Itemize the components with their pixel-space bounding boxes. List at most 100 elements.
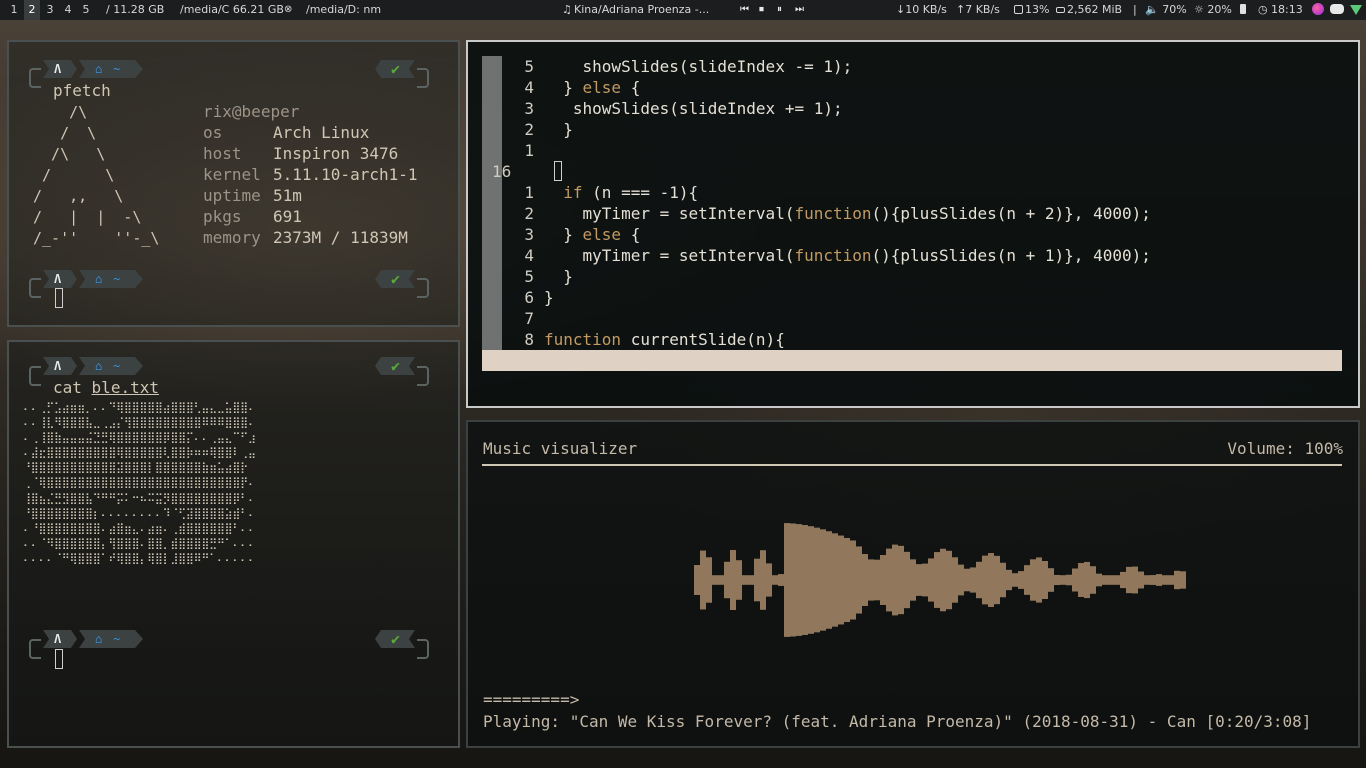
title-divider (482, 464, 1342, 466)
code-line: if (n === -1){ (563, 183, 699, 202)
volume-label: Volume: 100% (1227, 439, 1343, 458)
code-line: myTimer = setInterval(function(){plusSli… (544, 246, 1151, 265)
terminal-window-pfetch[interactable]: Λ ⌂ ~ ✔ pfetch /\ / \ /\ \ / \ / ,, \ / … (7, 40, 460, 327)
art-line: ⠄⠄⠈⠻⣿⣿⣿⣿⣿⣿⡄⢻⣿⣿⣿⠄⣿⣿⡀⣾⣿⣿⣿⣿⣛⠛⠁⠄⠄⠄ (23, 536, 256, 550)
waveform-bar (748, 575, 754, 585)
art-line: ⢀⠈⢿⣿⣿⣿⣿⣿⣿⣿⣿⣿⣿⣿⣿⣿⣿⣿⣿⣿⣿⣿⣿⣿⣿⣿⣿⣿⡟⠄ (23, 476, 256, 490)
waveform-bar (784, 523, 790, 637)
waveform-bar (1036, 557, 1042, 603)
waveform-bar (820, 529, 826, 631)
stop-icon[interactable]: ⏹ (759, 0, 764, 20)
waveform-bar (694, 565, 700, 595)
prompt-status-segment: ✔ (375, 630, 415, 648)
waveform-bar (1072, 568, 1078, 592)
prompt-path: ~ (113, 359, 121, 373)
prompt-arch-segment: Λ (43, 60, 77, 78)
prompt-path-segment: ⌂ ~ (79, 630, 143, 648)
art-line: ⠄⠘⣿⣿⣿⣿⣿⣿⣿⣿⠄⣴⣿⣶⣄⠄⣴⣶⠄⢀⣾⣿⣿⣿⣿⣿⣿⠃⠄⠄ (23, 521, 256, 535)
art-line: ⠘⣿⣿⣿⣿⣿⣿⣿⣿⣿⣿⣿⣽⣿⣿⣿⡇⣿⣿⣿⣿⣿⣿⣷⣶⣥⣴⣿⡗ (23, 461, 248, 475)
waveform-bar (766, 563, 772, 597)
now-playing[interactable]: Kina/Adriana Proenza -... (574, 0, 709, 20)
arch-logo-icon: Λ (54, 359, 62, 373)
wifi-icon[interactable] (1350, 0, 1362, 20)
music-visualizer-window[interactable]: Music visualizer Volume: 100% =========>… (466, 420, 1360, 748)
line-number: 1 (524, 141, 534, 160)
brightness-indicator[interactable]: ☼ 20% (1194, 0, 1232, 20)
success-check-icon: ✔ (391, 270, 401, 288)
terminal-window-cat[interactable]: Λ ⌂ ~ ✔ cat ble.txt ⠄⠄⢀⡋⣡⣴⣶⣶⡀⠄⠄⠙⢿⣿⣿⣿⣿⣿⣴⣿… (7, 340, 460, 748)
info-key: uptime (203, 186, 261, 205)
waveform-bar (898, 545, 904, 615)
previous-icon[interactable]: ⏮ (740, 0, 749, 20)
waveform-bar (1138, 571, 1144, 589)
success-check-icon: ✔ (391, 630, 401, 648)
waveform-bar (928, 558, 934, 602)
success-check-icon: ✔ (391, 60, 401, 78)
info-value: 5.11.10-arch1-1 (273, 165, 418, 184)
waveform-bar (868, 559, 874, 601)
info-key: os (203, 123, 223, 142)
command-text: pfetch (53, 81, 111, 100)
waveform-bar (970, 567, 976, 593)
visualizer-title: Music visualizer (483, 439, 638, 458)
workspace-3[interactable]: 3 (42, 0, 58, 20)
next-icon[interactable]: ⏭ (795, 0, 804, 20)
waveform-bar (1120, 571, 1126, 589)
waveform-bar (1042, 560, 1048, 600)
memory-usage: 2,562 MiB (1056, 0, 1122, 20)
art-line: ⠄⣼⣖⣿⣿⣿⣿⣿⣿⣿⣿⣿⢿⣿⣿⣿⣿⣿⢇⣿⣿⡷⠶⠶⢿⣿⣿⠇⢀⣤ (23, 446, 256, 460)
art-line: ⠄⠄⢸⣇⠻⣿⣿⣿⣧⣀⢀⣠⡌⢻⣿⣿⣿⣿⣿⣿⣿⣿⣿⠿⠿⠿⣿⣿⣿⠄ (23, 416, 256, 430)
waveform-bar (1090, 566, 1096, 594)
cpu-icon (1014, 5, 1023, 14)
prompt-bracket-left (29, 68, 41, 88)
line-number: 5 (524, 57, 534, 76)
waveform-bar (1162, 575, 1168, 585)
waveform-bar (796, 524, 802, 636)
prompt-path: ~ (113, 62, 121, 76)
discord-icon[interactable] (1330, 0, 1344, 20)
prompt-status-segment: ✔ (375, 270, 415, 288)
art-line: ⢸⣿⣦⣌⣛⣻⣿⣿⣧⠙⠛⠛⡭⠅⠒⠦⠭⣭⡻⣿⣿⣿⣿⣿⣿⣿⣿⡿⠃⠄ (23, 491, 256, 505)
waveform-bar (718, 575, 724, 585)
waveform-bar (1114, 575, 1120, 585)
code-line: showSlides(slideIndex -= 1); (544, 57, 853, 76)
waveform-bar (1012, 573, 1018, 587)
waveform-bar (742, 575, 748, 585)
at-sign: @ (231, 102, 242, 121)
workspace-1[interactable]: 1 (6, 0, 22, 20)
waveform-bar (874, 559, 880, 601)
waveform-bar (790, 523, 796, 637)
code-line: } else { (544, 78, 641, 97)
waveform-bar (778, 574, 784, 586)
workspace-5[interactable]: 5 (78, 0, 94, 20)
waveform-bar (892, 544, 898, 616)
info-value: Inspiron 3476 (273, 144, 399, 163)
waveform-bar (814, 527, 820, 633)
waveform-bar (1156, 574, 1162, 586)
waveform-bar (838, 535, 844, 625)
prompt-bracket-left (29, 278, 41, 298)
prompt-status-segment: ✔ (375, 357, 415, 375)
waveform-bar (940, 548, 946, 612)
top-bar: 1 2 3 4 5 / 11.28 GB /media/C 66.21 GB ⊗… (0, 0, 1366, 20)
volume-indicator[interactable]: 🔈 70% (1145, 0, 1187, 20)
music-note-icon: ♫ (562, 3, 572, 16)
waveform-bar (1024, 565, 1030, 595)
editor-window[interactable]: 5 showSlides(slideIndex -= 1); 4 } else {… (466, 40, 1360, 408)
upload-speed: ↑7 KB/s (956, 3, 1000, 16)
waveform-bar (982, 555, 988, 605)
prompt-bracket-right (417, 366, 429, 386)
workspace-2[interactable]: 2 (24, 0, 40, 20)
art-line: ⠄⢀⢸⣿⣷⣤⣤⣤⣬⣙⣛⢿⣿⣿⣿⣿⣿⣿⡿⣿⣿⡍⠄⠄⢀⣤⣄⠉⠋⣰ (23, 431, 256, 445)
pause-icon[interactable]: ⏸ (777, 0, 782, 20)
waveform-bar (886, 548, 892, 612)
workspace-4[interactable]: 4 (60, 0, 76, 20)
waveform-bar (736, 560, 742, 600)
prompt-status-segment: ✔ (375, 60, 415, 78)
prompt-arch-segment: Λ (43, 630, 77, 648)
app-tray-icon[interactable] (1312, 0, 1324, 20)
home-icon: ⌂ (95, 272, 103, 286)
hostname: beeper (241, 102, 300, 121)
waveform-bar (1030, 559, 1036, 601)
line-number: 1 (524, 183, 534, 202)
